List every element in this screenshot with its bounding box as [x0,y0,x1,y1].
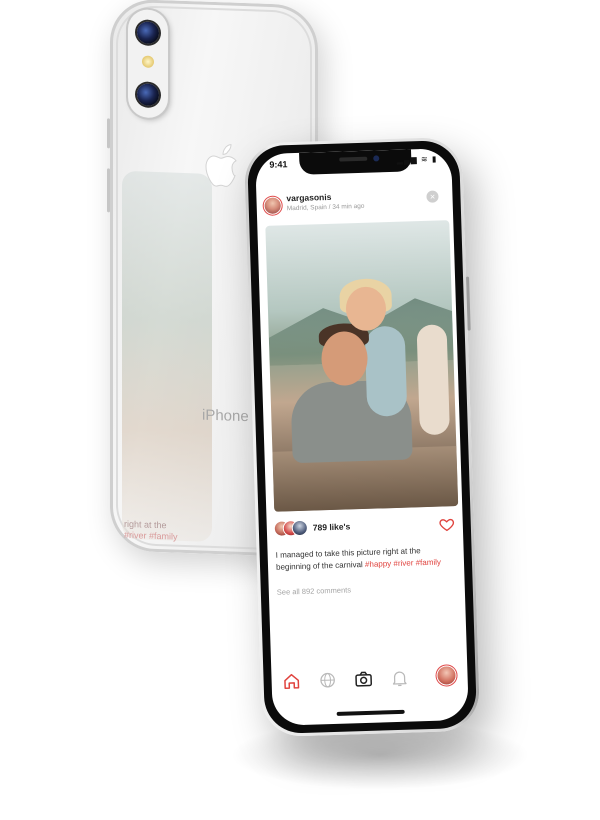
status-icons: ▂▄▆ ≋ ▮ [396,154,438,165]
front-power-button [466,276,471,331]
notch [299,149,412,175]
close-button[interactable]: × [426,190,439,203]
earpiece-speaker [339,156,368,162]
see-comments-link[interactable]: See all 892 comments [277,585,351,596]
location-text: Madrid, Spain [286,203,327,213]
front-phone: 9:41 ▂▄▆ ≋ ▮ vargasonis Madrid, Spain / … [243,136,481,738]
post-photo[interactable] [265,220,459,512]
photo-background-child [416,324,450,436]
phone-bezel: 9:41 ▂▄▆ ≋ ▮ vargasonis Madrid, Spain / … [246,139,478,735]
post-header: vargasonis Madrid, Spain / 34 min ago × [264,184,445,226]
home-icon[interactable] [281,671,302,692]
rear-camera-module [128,8,168,119]
reflection-caption: right at the #river #family [124,519,178,543]
globe-icon[interactable] [317,670,338,691]
username[interactable]: vargasonis [286,192,331,203]
brand-text: iPhone [202,406,249,426]
back-volume-button [107,168,110,213]
bell-icon[interactable] [389,668,410,689]
status-time: 9:41 [269,159,288,170]
post-location: Madrid, Spain / 34 min ago [287,203,365,212]
caption-hashtags[interactable]: #happy #river #family [365,558,441,569]
camera-lens-icon [137,21,159,45]
flash-icon [142,55,154,68]
camera-lens-icon [137,83,159,107]
avatar[interactable] [264,197,281,214]
likes-count[interactable]: 789 like's [313,521,351,532]
camera-icon[interactable] [353,669,374,690]
time-ago: 34 min ago [332,202,365,211]
photo-man-face [320,330,369,387]
post-caption: I managed to take this picture right at … [275,544,450,573]
phone-screen: 9:41 ▂▄▆ ≋ ▮ vargasonis Madrid, Spain / … [255,148,469,726]
profile-avatar[interactable] [437,666,456,685]
back-side-button [107,118,110,149]
likes-row: 789 like's [274,514,456,540]
reflection-caption-line2: #river #family [124,529,178,542]
tab-bar [271,662,468,696]
screen-reflection [122,170,212,542]
separator: / [328,203,331,211]
home-indicator[interactable] [336,709,405,716]
liker-avatar [292,520,308,536]
front-camera [373,155,380,162]
heart-outline-icon[interactable] [439,516,455,532]
photo-girl-body [364,325,408,417]
